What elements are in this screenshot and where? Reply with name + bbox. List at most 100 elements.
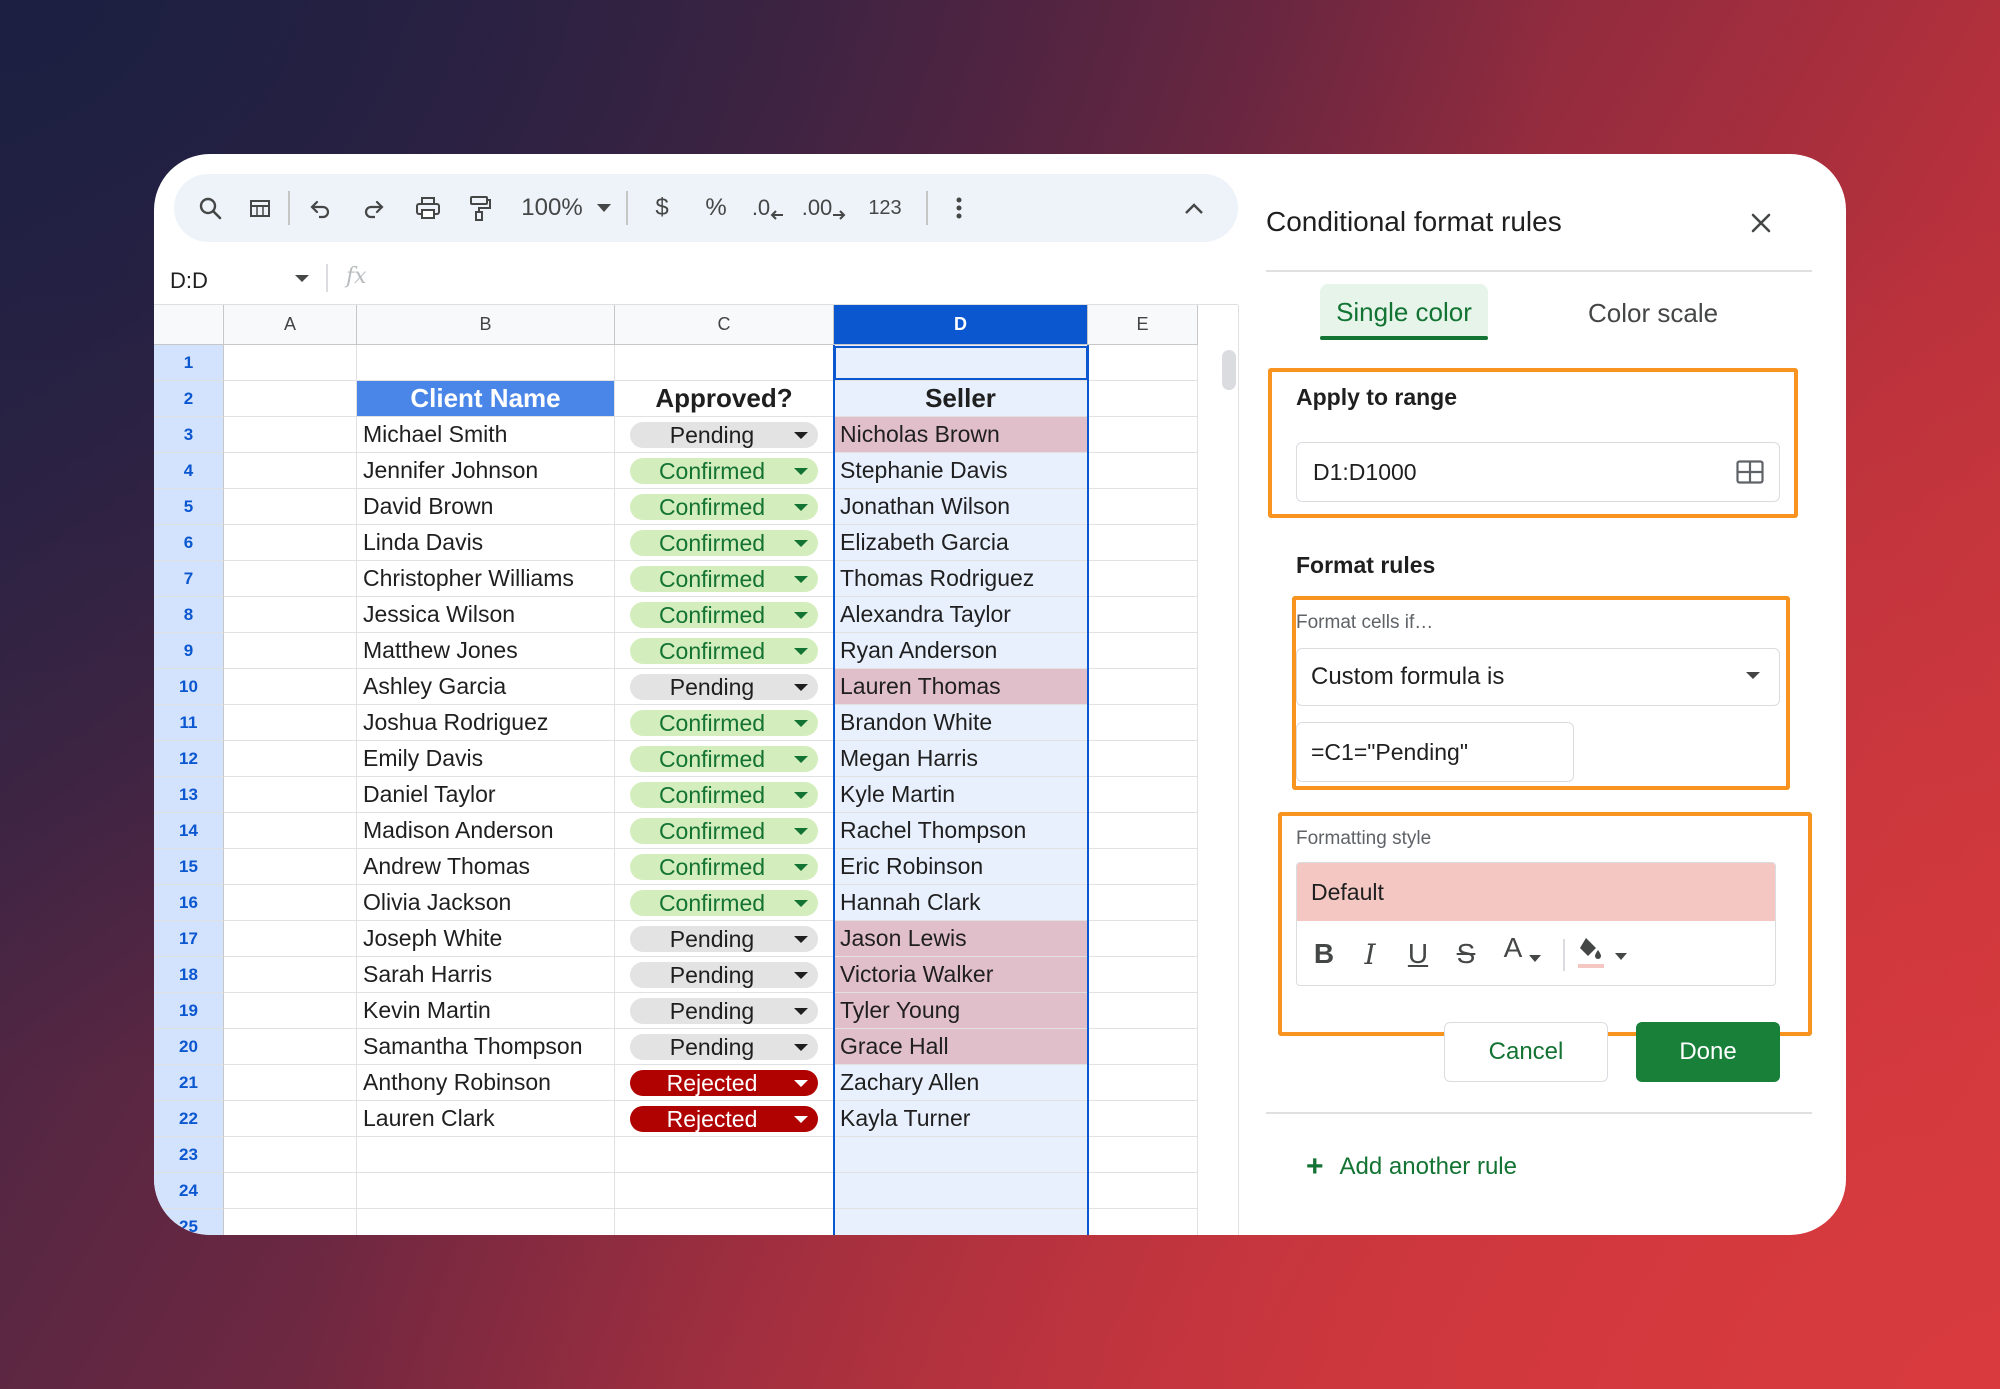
row-header[interactable]: 7 bbox=[154, 561, 224, 597]
cell-e[interactable] bbox=[1088, 345, 1198, 381]
increase-decimal-button[interactable]: .00 bbox=[798, 174, 850, 242]
cell-c[interactable] bbox=[615, 1173, 834, 1209]
cell-b[interactable]: Jennifer Johnson bbox=[357, 453, 615, 489]
cell-e[interactable] bbox=[1088, 921, 1198, 957]
search-icon[interactable] bbox=[190, 174, 230, 242]
chevron-down-icon[interactable] bbox=[794, 1080, 808, 1087]
chevron-down-icon[interactable] bbox=[794, 828, 808, 835]
cell-b[interactable]: Jessica Wilson bbox=[357, 597, 615, 633]
chevron-down-icon[interactable] bbox=[794, 972, 808, 979]
cell-a[interactable] bbox=[224, 633, 357, 669]
cell-e[interactable] bbox=[1088, 453, 1198, 489]
italic-button[interactable]: I bbox=[1353, 929, 1387, 979]
cell-a[interactable] bbox=[224, 1209, 357, 1235]
status-cell[interactable]: Confirmed bbox=[615, 525, 834, 561]
status-chip[interactable]: Confirmed bbox=[630, 710, 818, 736]
decrease-decimal-button[interactable]: .0 bbox=[746, 174, 790, 242]
cell-d[interactable]: Thomas Rodriguez bbox=[834, 561, 1088, 597]
cell-c[interactable] bbox=[615, 1137, 834, 1173]
status-chip[interactable]: Confirmed bbox=[630, 494, 818, 520]
cell-a[interactable] bbox=[224, 777, 357, 813]
chevron-down-icon[interactable] bbox=[794, 648, 808, 655]
chevron-down-icon[interactable] bbox=[594, 174, 614, 242]
cell-e[interactable] bbox=[1088, 489, 1198, 525]
chevron-down-icon[interactable] bbox=[794, 684, 808, 691]
cell-b[interactable]: Michael Smith bbox=[357, 417, 615, 453]
row-header[interactable]: 22 bbox=[154, 1101, 224, 1137]
more-vert-icon[interactable] bbox=[944, 174, 974, 242]
chevron-down-icon[interactable] bbox=[794, 1008, 808, 1015]
cell-b[interactable]: Linda Davis bbox=[357, 525, 615, 561]
status-cell[interactable]: Pending bbox=[615, 417, 834, 453]
cell-a[interactable] bbox=[224, 813, 357, 849]
cell-e[interactable] bbox=[1088, 957, 1198, 993]
status-chip[interactable]: Pending bbox=[630, 1034, 818, 1060]
chevron-down-icon[interactable] bbox=[794, 936, 808, 943]
row-header[interactable]: 14 bbox=[154, 813, 224, 849]
cell-d[interactable] bbox=[834, 1209, 1088, 1235]
cell-e[interactable] bbox=[1088, 1029, 1198, 1065]
status-cell[interactable]: Confirmed bbox=[615, 489, 834, 525]
undo-icon[interactable] bbox=[300, 174, 340, 242]
text-color-button[interactable]: A bbox=[1493, 929, 1553, 979]
zoom-select[interactable]: 100% bbox=[512, 174, 592, 242]
status-chip[interactable]: Pending bbox=[630, 674, 818, 700]
status-cell[interactable]: Confirmed bbox=[615, 813, 834, 849]
cell-a[interactable] bbox=[224, 417, 357, 453]
cell-a[interactable] bbox=[224, 561, 357, 597]
row-header[interactable]: 6 bbox=[154, 525, 224, 561]
status-chip[interactable]: Pending bbox=[630, 998, 818, 1024]
cell-b[interactable]: Ashley Garcia bbox=[357, 669, 615, 705]
cell-d[interactable]: Ryan Anderson bbox=[834, 633, 1088, 669]
row-header[interactable]: 11 bbox=[154, 705, 224, 741]
chevron-down-icon[interactable] bbox=[794, 720, 808, 727]
cell-e[interactable] bbox=[1088, 417, 1198, 453]
custom-formula-input[interactable]: =C1="Pending" bbox=[1296, 722, 1574, 782]
cell-d[interactable]: Eric Robinson bbox=[834, 849, 1088, 885]
chevron-down-icon[interactable] bbox=[794, 756, 808, 763]
select-range-icon[interactable] bbox=[1736, 460, 1764, 489]
row-header[interactable]: 2 bbox=[154, 381, 224, 417]
paint-format-icon[interactable] bbox=[460, 174, 500, 242]
cell-b[interactable]: Lauren Clark bbox=[357, 1101, 615, 1137]
cell-d[interactable] bbox=[834, 1173, 1088, 1209]
row-header[interactable]: 8 bbox=[154, 597, 224, 633]
cell-e[interactable] bbox=[1088, 1065, 1198, 1101]
cell-a[interactable] bbox=[224, 345, 357, 381]
style-preview-dropdown[interactable]: Default bbox=[1297, 863, 1775, 921]
status-chip[interactable]: Confirmed bbox=[630, 782, 818, 808]
status-cell[interactable]: Confirmed bbox=[615, 741, 834, 777]
cell-d[interactable]: Grace Hall bbox=[834, 1029, 1088, 1065]
row-header[interactable]: 18 bbox=[154, 957, 224, 993]
row-header[interactable]: 1 bbox=[154, 345, 224, 381]
chevron-down-icon[interactable] bbox=[794, 576, 808, 583]
cell-b[interactable]: Joseph White bbox=[357, 921, 615, 957]
cell-a[interactable] bbox=[224, 1065, 357, 1101]
menus-icon[interactable] bbox=[240, 174, 280, 242]
redo-icon[interactable] bbox=[354, 174, 394, 242]
row-header[interactable]: 10 bbox=[154, 669, 224, 705]
chevron-down-icon[interactable] bbox=[794, 540, 808, 547]
bold-button[interactable]: B bbox=[1307, 929, 1341, 979]
status-cell[interactable]: Confirmed bbox=[615, 705, 834, 741]
cell-a[interactable] bbox=[224, 849, 357, 885]
percent-format-button[interactable]: % bbox=[698, 174, 734, 242]
cell-d[interactable]: Stephanie Davis bbox=[834, 453, 1088, 489]
cell-a[interactable] bbox=[224, 525, 357, 561]
more-formats-button[interactable]: 123 bbox=[860, 174, 910, 242]
row-header[interactable]: 23 bbox=[154, 1137, 224, 1173]
cell-d[interactable]: Victoria Walker bbox=[834, 957, 1088, 993]
cell-e[interactable] bbox=[1088, 885, 1198, 921]
cell-b[interactable] bbox=[357, 345, 615, 381]
close-icon[interactable] bbox=[1748, 210, 1774, 236]
cell-e[interactable] bbox=[1088, 1209, 1198, 1235]
chevron-down-icon[interactable] bbox=[1746, 672, 1760, 679]
range-input[interactable]: D1:D1000 bbox=[1296, 442, 1780, 502]
status-chip[interactable]: Confirmed bbox=[630, 602, 818, 628]
row-header[interactable]: 21 bbox=[154, 1065, 224, 1101]
cell-a[interactable] bbox=[224, 453, 357, 489]
cell-e[interactable] bbox=[1088, 849, 1198, 885]
cell-e[interactable] bbox=[1088, 777, 1198, 813]
select-all-corner[interactable] bbox=[154, 305, 224, 345]
status-chip[interactable]: Confirmed bbox=[630, 530, 818, 556]
